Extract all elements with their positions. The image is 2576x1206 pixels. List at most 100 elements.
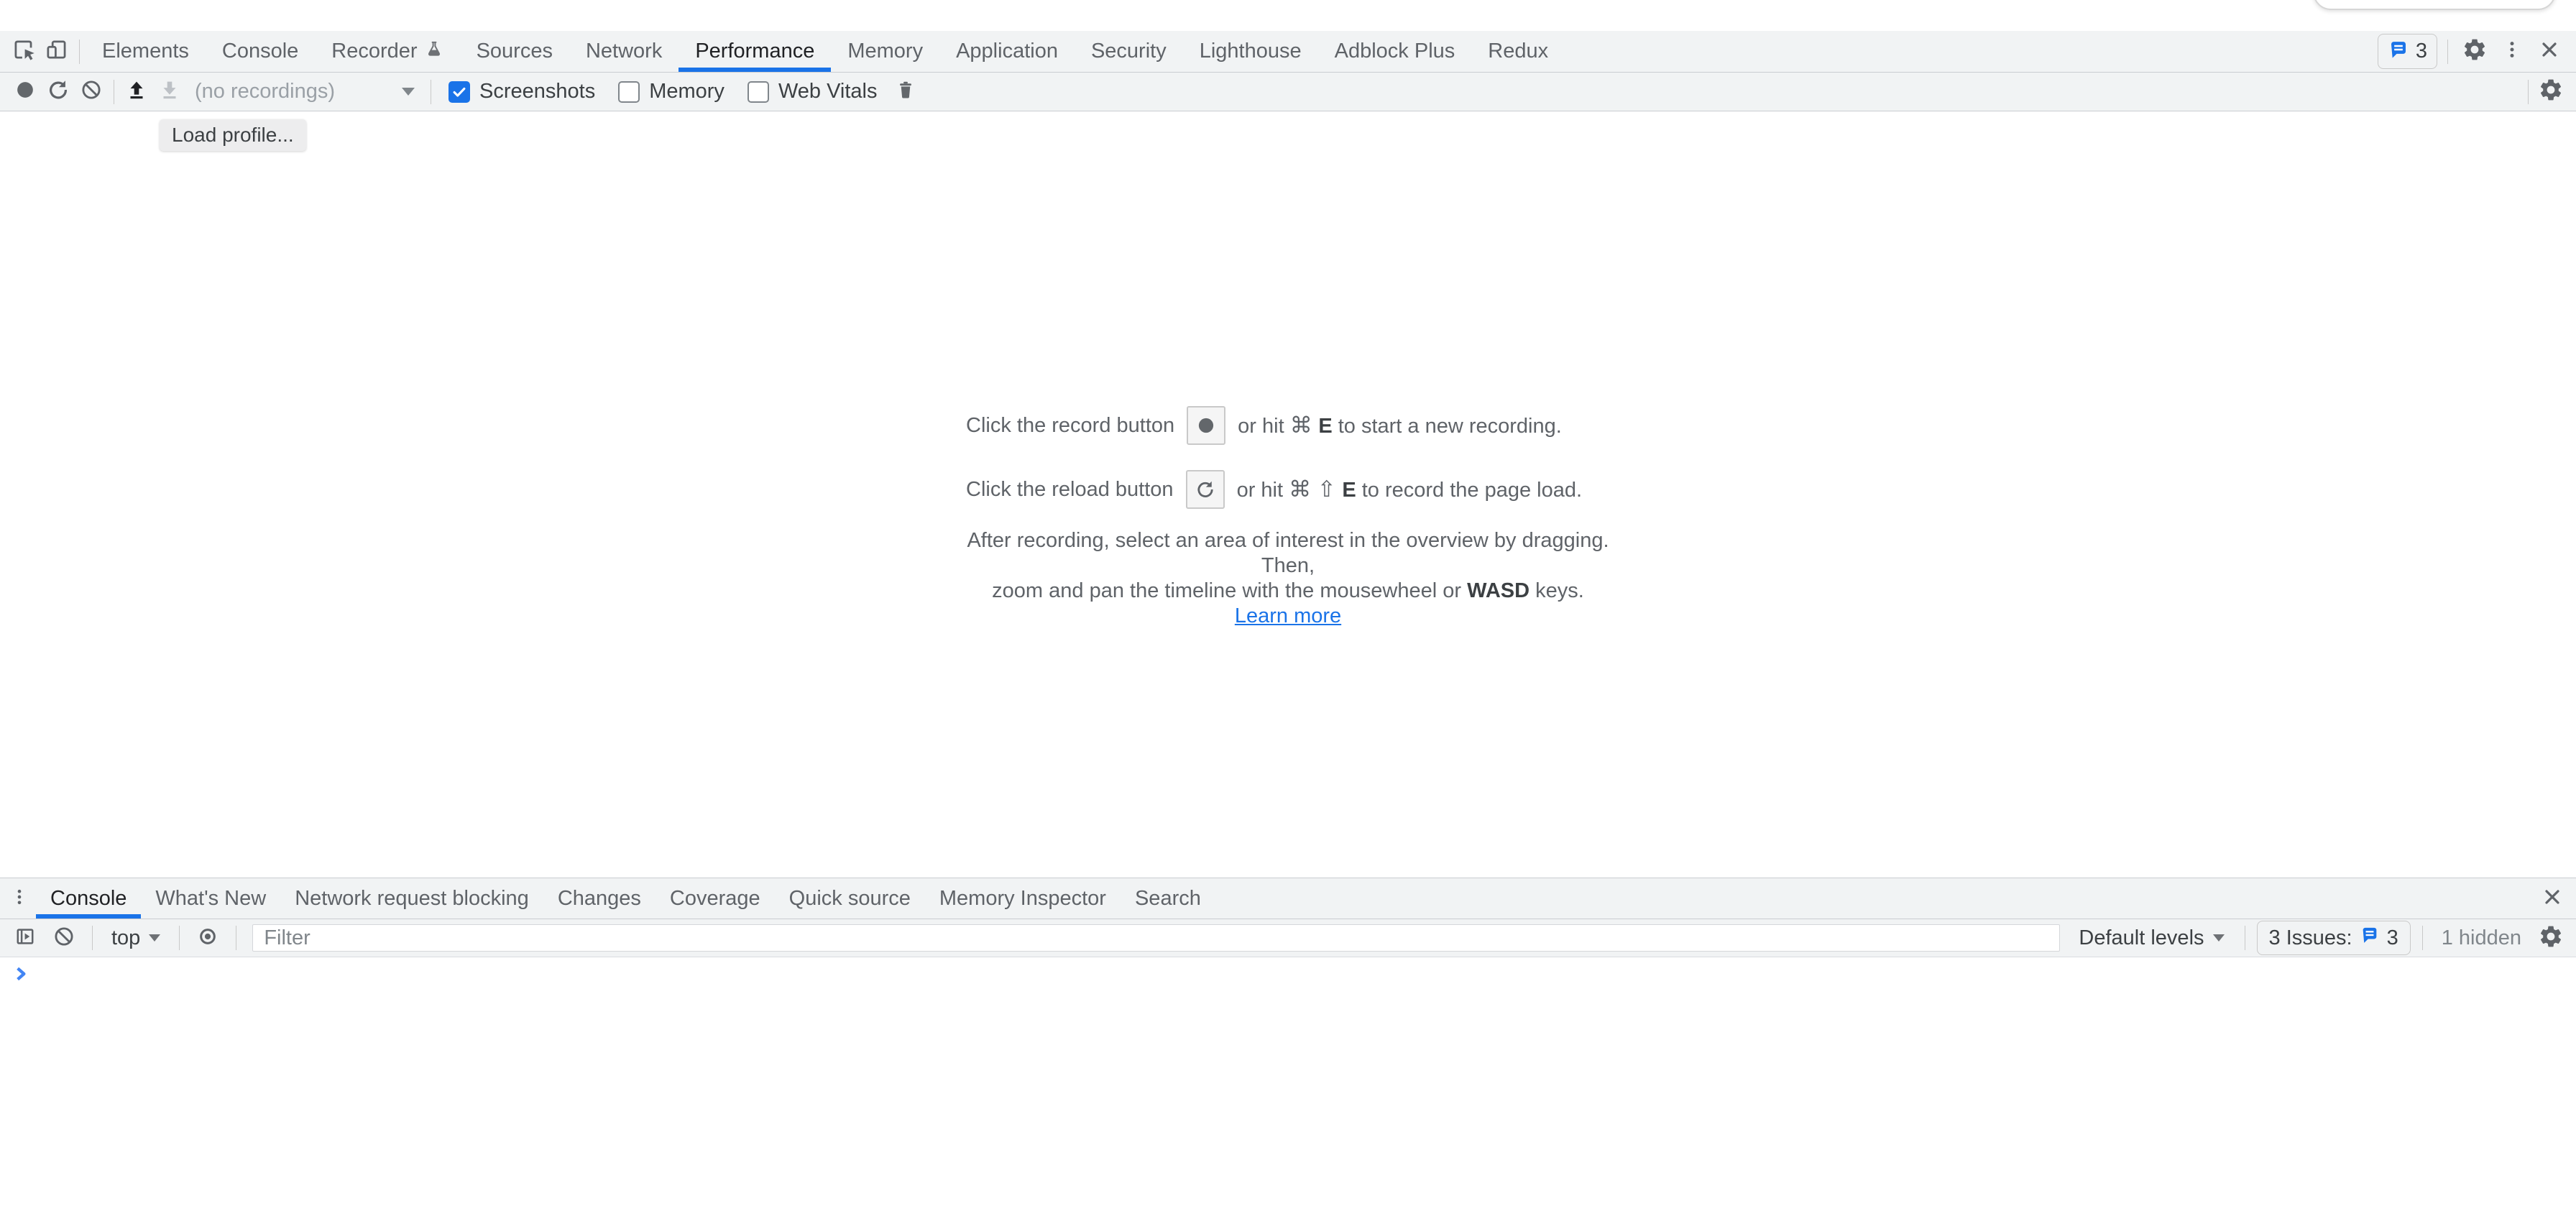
tab-lighthouse[interactable]: Lighthouse	[1183, 31, 1318, 72]
e-key: E	[1342, 479, 1356, 502]
settings-button[interactable]	[2458, 35, 2491, 68]
kebab-menu-icon	[2501, 39, 2523, 64]
tab-security[interactable]: Security	[1075, 31, 1183, 72]
shift-key-symbol: ⇧	[1317, 477, 1343, 502]
landing-instructions: Click the record button or hit ⌘ E to st…	[966, 111, 1610, 629]
close-icon	[2538, 38, 2561, 65]
reload-and-record-button[interactable]	[42, 75, 75, 109]
recordings-select[interactable]: (no recordings)	[186, 76, 425, 108]
chevron-down-icon	[2213, 934, 2225, 942]
tab-label: What's New	[155, 887, 266, 911]
tab-network[interactable]: Network	[569, 31, 678, 72]
tab-label: Console	[222, 40, 298, 63]
learn-more-link[interactable]: Learn more	[1235, 604, 1341, 627]
show-console-sidebar-button[interactable]	[9, 921, 42, 954]
close-drawer-button[interactable]	[2536, 882, 2569, 915]
create-live-expression-button[interactable]	[191, 921, 224, 954]
usage-paragraph: After recording, select an area of inter…	[966, 528, 1610, 629]
tab-label: Console	[50, 887, 126, 911]
tab-label: Application	[956, 40, 1058, 63]
tab-label: Performance	[695, 40, 814, 63]
inline-reload-button[interactable]	[1186, 470, 1225, 509]
clear-recording-button[interactable]	[75, 75, 108, 109]
issues-bubble-icon	[2388, 39, 2409, 64]
drawer-tab-changes[interactable]: Changes	[543, 878, 656, 919]
devtools-window: Elements Console Recorder Sources Networ…	[0, 0, 2576, 1206]
javascript-context-select[interactable]: top	[104, 926, 167, 950]
divider	[2528, 80, 2529, 104]
drawer-tab-coverage[interactable]: Coverage	[656, 878, 775, 919]
reload-icon	[46, 78, 70, 106]
log-levels-select[interactable]: Default levels	[2070, 926, 2232, 950]
tab-label: Memory Inspector	[939, 887, 1106, 911]
record-button[interactable]	[9, 75, 42, 109]
trash-icon	[895, 79, 916, 104]
console-sidebar-icon	[14, 925, 37, 952]
load-profile-button[interactable]	[120, 75, 153, 109]
web-vitals-checkbox-group[interactable]: Web Vitals	[748, 80, 878, 103]
device-toolbar-icon	[43, 36, 70, 67]
paragraph-line1: After recording, select an area of inter…	[967, 529, 1609, 577]
tab-label: Elements	[102, 40, 189, 63]
memory-checkbox-group[interactable]: Memory	[618, 80, 724, 103]
record-instruction-pre: Click the record button	[966, 414, 1174, 438]
tab-adblock-plus[interactable]: Adblock Plus	[1318, 31, 1472, 72]
screenshots-checkbox[interactable]	[448, 81, 470, 103]
console-messages-area[interactable]	[0, 957, 2576, 1206]
drawer-tab-memory-inspector[interactable]: Memory Inspector	[925, 878, 1121, 919]
tab-label: Changes	[558, 887, 641, 911]
web-vitals-checkbox[interactable]	[748, 81, 769, 103]
chevron-down-icon	[149, 934, 160, 942]
chevron-down-icon	[402, 88, 415, 96]
garbage-collect-button[interactable]	[889, 75, 922, 109]
performance-panel-body: Click the record button or hit ⌘ E to st…	[0, 111, 2576, 878]
drawer-tab-network-request-blocking[interactable]: Network request blocking	[280, 878, 543, 919]
drawer-tab-search[interactable]: Search	[1121, 878, 1215, 919]
console-toolbar: top Default levels 3 Issues:	[0, 919, 2576, 957]
tab-recorder[interactable]: Recorder	[315, 31, 459, 72]
tab-label: Sources	[477, 40, 553, 63]
tab-elements[interactable]: Elements	[86, 31, 206, 72]
tab-performance[interactable]: Performance	[678, 31, 831, 72]
inline-record-button[interactable]	[1187, 406, 1225, 445]
tab-redux[interactable]: Redux	[1471, 31, 1565, 72]
inspect-element-button[interactable]	[7, 35, 40, 68]
log-levels-value: Default levels	[2079, 926, 2204, 950]
screenshots-checkbox-group[interactable]: Screenshots	[448, 80, 595, 103]
drawer-tabs: Console What's New Network request block…	[36, 878, 1215, 919]
drawer-tab-quick-source[interactable]: Quick source	[775, 878, 925, 919]
divider	[2447, 40, 2448, 64]
console-filter-input[interactable]	[252, 924, 2060, 952]
tab-application[interactable]: Application	[939, 31, 1075, 72]
tab-sources[interactable]: Sources	[460, 31, 569, 72]
save-profile-button[interactable]	[153, 75, 186, 109]
record-instruction-row: Click the record button or hit ⌘ E to st…	[966, 406, 1610, 445]
drawer-tab-whats-new[interactable]: What's New	[141, 878, 280, 919]
browser-top-strip	[0, 0, 2576, 31]
issues-counter-button[interactable]: 3	[2378, 34, 2437, 69]
gear-icon	[2462, 37, 2488, 66]
wasd-keys: WASD	[1467, 579, 1530, 602]
issues-text: 3 Issues:	[2269, 926, 2352, 950]
gear-icon	[2538, 77, 2564, 106]
memory-label: Memory	[649, 80, 724, 103]
device-toolbar-button[interactable]	[40, 35, 73, 68]
close-devtools-button[interactable]	[2533, 35, 2566, 68]
capture-settings-button[interactable]	[2534, 75, 2567, 109]
web-vitals-label: Web Vitals	[778, 80, 878, 103]
more-options-button[interactable]	[2496, 35, 2529, 68]
drawer-more-tools-button[interactable]	[3, 882, 36, 915]
tab-console[interactable]: Console	[206, 31, 315, 72]
tab-label: Redux	[1488, 40, 1548, 63]
console-prompt-chevron-icon	[12, 965, 30, 987]
issues-button[interactable]: 3 Issues: 3	[2257, 921, 2411, 955]
console-settings-button[interactable]	[2534, 921, 2567, 954]
drawer-tab-console[interactable]: Console	[36, 878, 141, 919]
issues-count: 3	[2387, 926, 2398, 950]
tab-memory[interactable]: Memory	[831, 31, 939, 72]
download-arrow-icon	[157, 78, 182, 106]
block-icon	[52, 925, 75, 952]
clear-console-button[interactable]	[47, 921, 80, 954]
tab-label: Security	[1091, 40, 1167, 63]
memory-checkbox[interactable]	[618, 81, 640, 103]
